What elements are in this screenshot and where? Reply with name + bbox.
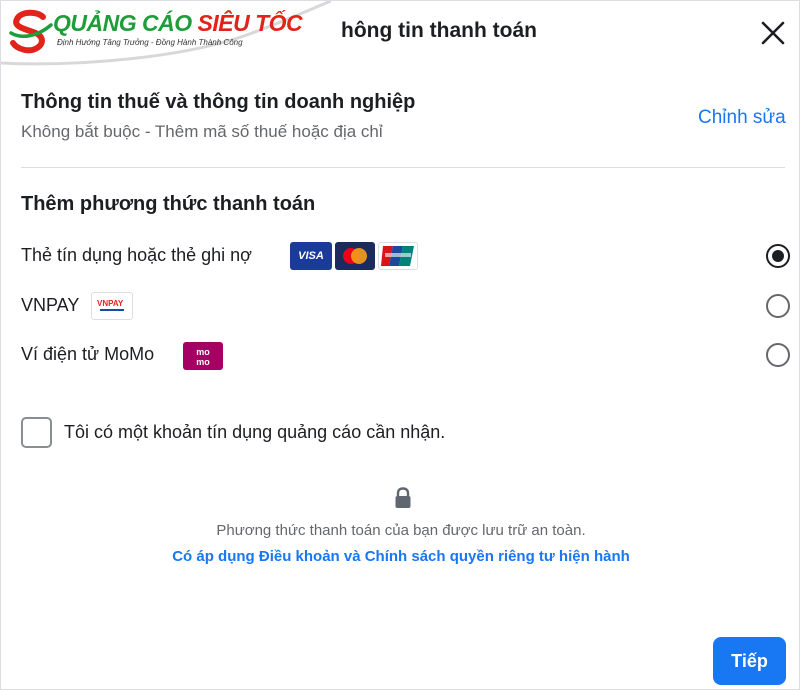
lock-icon <box>395 487 411 508</box>
logo-slogan: Định Hướng Tăng Trưởng - Đồng Hành Thành… <box>57 38 243 47</box>
payment-option-label: VNPAY <box>21 295 80 315</box>
tax-section-subtitle: Không bắt buộc - Thêm mã số thuế hoặc đị… <box>21 122 383 141</box>
ad-credit-checkbox[interactable] <box>21 417 52 448</box>
payment-option-label: Ví điện tử MoMo <box>21 344 155 364</box>
logo-s-icon <box>9 9 53 54</box>
radio-card[interactable] <box>766 244 790 268</box>
payment-dialog: hông tin thanh toán QUẢNG CÁO SIÊU TỐC Đ… <box>0 0 800 690</box>
brand-logo: QUẢNG CÁO SIÊU TỐC Định Hướng Tăng Trưởn… <box>1 1 331 75</box>
payment-option-label: Thẻ tín dụng hoặc thẻ ghi nợ <box>21 245 252 265</box>
next-button[interactable]: Tiếp <box>713 637 786 685</box>
edit-tax-link[interactable]: Chỉnh sửa <box>698 107 786 129</box>
logo-brand-green: QUẢNG CÁO <box>53 10 192 36</box>
unionpay-icon <box>378 242 418 270</box>
payment-option-vnpay[interactable]: VNPAY VNPAY <box>1 286 800 326</box>
secure-storage-note: Phương thức thanh toán của bạn được lưu … <box>216 522 586 539</box>
dialog-title: hông tin thanh toán <box>341 19 537 42</box>
vnpay-icon-text: VNPAY <box>97 299 124 308</box>
logo-brand-red: SIÊU TỐC <box>197 10 303 36</box>
logo-brand-name: QUẢNG CÁO SIÊU TỐC <box>53 10 303 37</box>
visa-icon: VISA <box>290 242 332 270</box>
radio-vnpay[interactable] <box>766 294 790 318</box>
svg-text:mo: mo <box>196 347 210 357</box>
payment-option-momo[interactable]: Ví điện tử MoMo mo mo <box>1 335 800 375</box>
terms-privacy-link[interactable]: Có áp dụng Điều khoản và Chính sách quyề… <box>1 548 800 565</box>
payment-methods-title: Thêm phương thức thanh toán <box>21 193 316 215</box>
ad-credit-label: Tôi có một khoản tín dụng quảng cáo cần … <box>64 422 446 442</box>
svg-text:mo: mo <box>196 357 210 367</box>
ad-credit-option[interactable]: Tôi có một khoản tín dụng quảng cáo cần … <box>21 417 781 449</box>
payment-option-card[interactable]: Thẻ tín dụng hoặc thẻ ghi nợ VISA <box>1 236 800 276</box>
radio-momo[interactable] <box>766 343 790 367</box>
vnpay-icon: VNPAY <box>91 292 133 320</box>
close-icon <box>761 21 785 45</box>
section-divider <box>21 167 785 168</box>
momo-icon: mo mo <box>183 342 223 370</box>
close-button[interactable] <box>753 13 793 53</box>
tax-section-title: Thông tin thuế và thông tin doanh nghiệp <box>21 91 416 113</box>
mastercard-icon <box>335 242 375 270</box>
